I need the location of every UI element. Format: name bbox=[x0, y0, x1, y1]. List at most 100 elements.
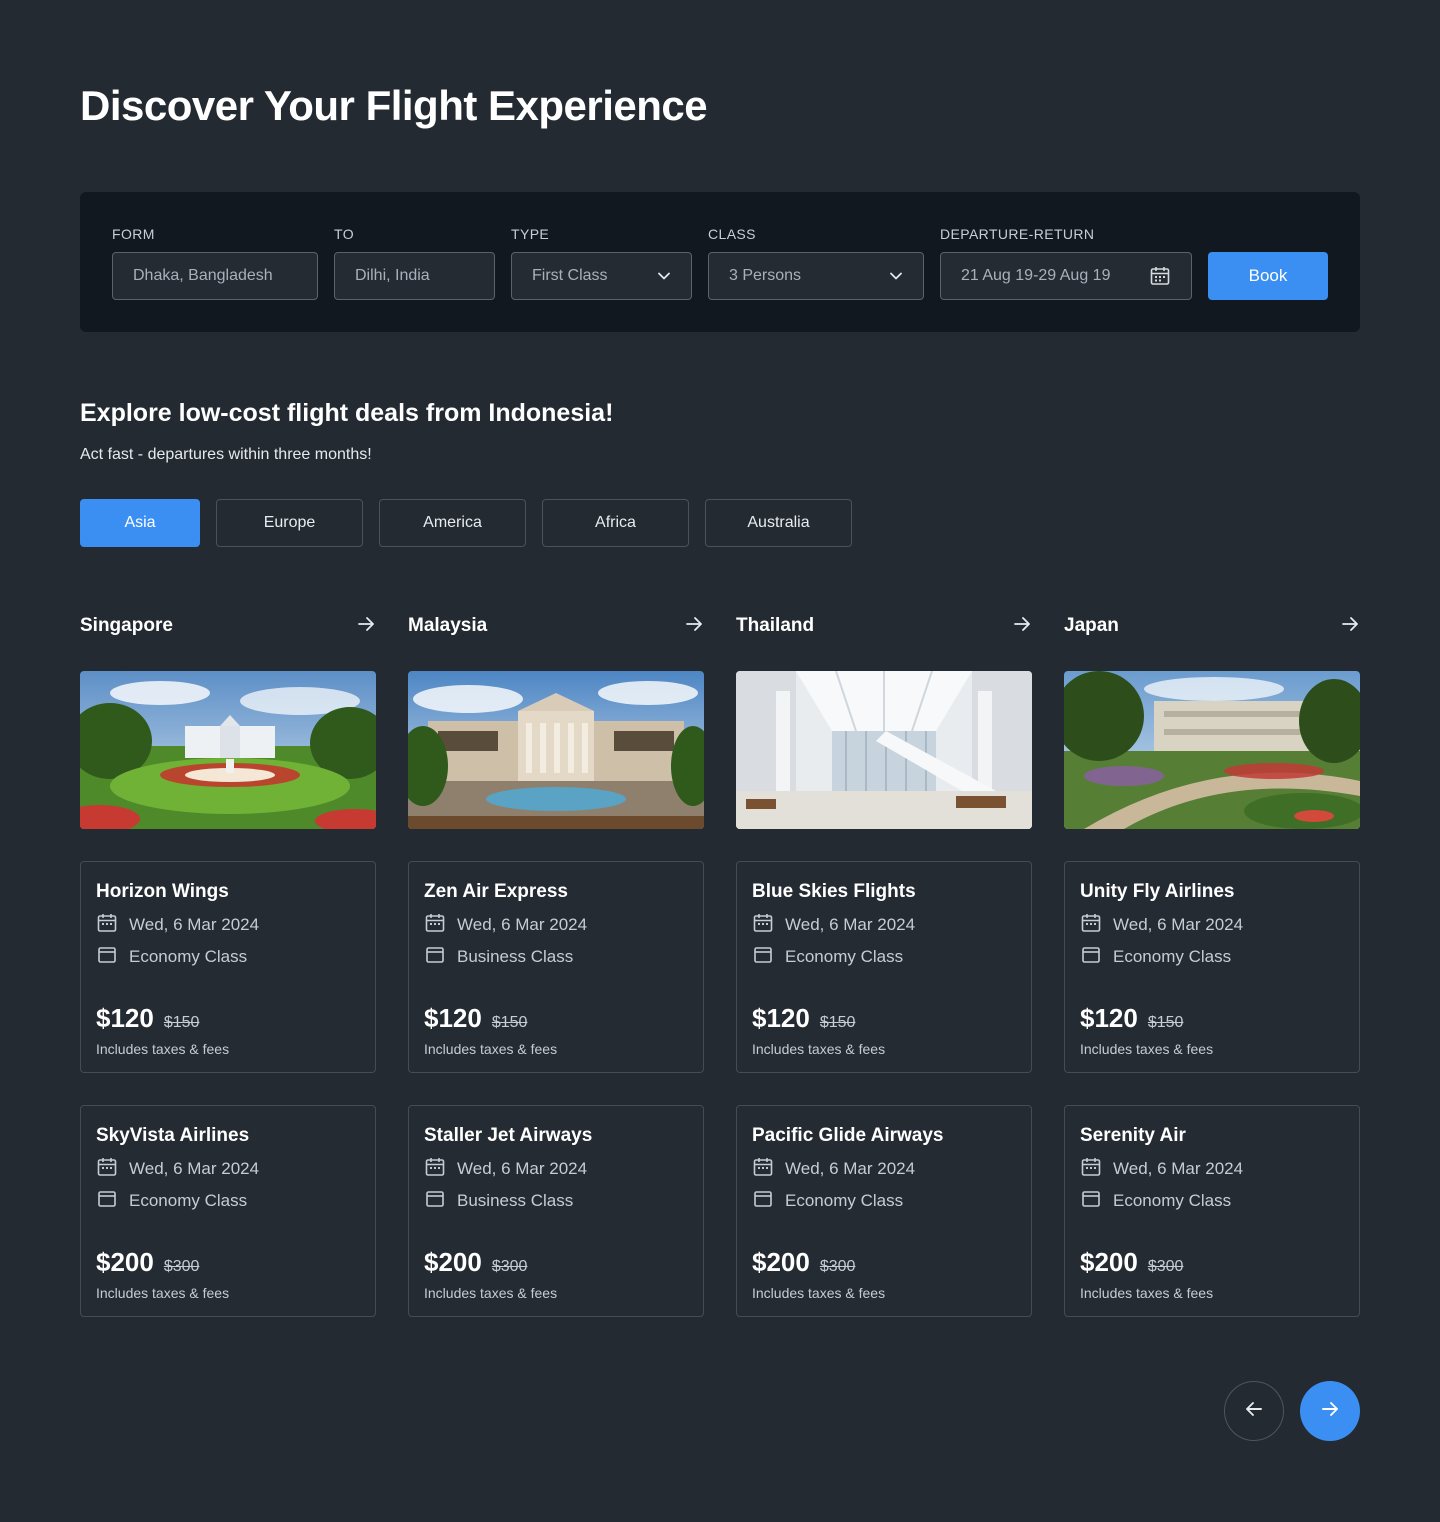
destination-name: Singapore bbox=[80, 615, 173, 636]
current-price: $120 bbox=[752, 1003, 810, 1033]
destination-image bbox=[736, 671, 1032, 829]
seat-class-icon bbox=[1080, 944, 1102, 971]
to-label: TO bbox=[334, 226, 354, 242]
price: $200 $300 bbox=[424, 1247, 688, 1278]
tab-asia[interactable]: Asia bbox=[80, 499, 200, 547]
flight-deal-card[interactable]: Unity Fly Airlines Wed, 6 Mar 2024 Econo… bbox=[1064, 861, 1360, 1073]
calendar-icon bbox=[752, 912, 774, 939]
price: $120 $150 bbox=[1080, 1003, 1344, 1034]
airline-name: Staller Jet Airways bbox=[424, 1125, 593, 1146]
date-text: Wed, 6 Mar 2024 bbox=[785, 915, 916, 934]
arrow-right-icon[interactable] bbox=[684, 614, 704, 639]
departure-date: Wed, 6 Mar 2024 bbox=[1080, 1157, 1344, 1181]
arrow-right-icon[interactable] bbox=[1340, 614, 1360, 639]
to-input[interactable]: Dilhi, India bbox=[334, 252, 495, 300]
type-select[interactable]: First Class bbox=[511, 252, 692, 300]
flight-deal-card[interactable]: Horizon Wings Wed, 6 Mar 2024 Economy Cl… bbox=[80, 861, 376, 1073]
flight-deal-card[interactable]: Serenity Air Wed, 6 Mar 2024 Economy Cla… bbox=[1064, 1105, 1360, 1317]
departure-date: Wed, 6 Mar 2024 bbox=[752, 1157, 1016, 1181]
current-price: $120 bbox=[96, 1003, 154, 1033]
flight-deal-card[interactable]: Pacific Glide Airways Wed, 6 Mar 2024 Ec… bbox=[736, 1105, 1032, 1317]
arrow-right-icon bbox=[1319, 1398, 1341, 1425]
seat-class-icon bbox=[1080, 1188, 1102, 1215]
arrow-right-icon[interactable] bbox=[1012, 614, 1032, 639]
from-field: FORM Dhaka, Bangladesh bbox=[112, 224, 318, 300]
destination-column-thailand: Thailand Blue Skies Flights Wed, 6 Mar 2… bbox=[736, 606, 1032, 1317]
calendar-icon[interactable] bbox=[1149, 265, 1171, 287]
region-tabs: Asia Europe America Africa Australia bbox=[80, 499, 852, 547]
tab-america[interactable]: America bbox=[379, 499, 526, 547]
price: $200 $300 bbox=[96, 1247, 360, 1278]
current-price: $200 bbox=[1080, 1247, 1138, 1277]
tab-europe[interactable]: Europe bbox=[216, 499, 363, 547]
destination-header[interactable]: Thailand bbox=[736, 606, 1032, 646]
airline-name: Pacific Glide Airways bbox=[752, 1125, 944, 1146]
class-text: Economy Class bbox=[129, 1191, 248, 1210]
tab-australia[interactable]: Australia bbox=[705, 499, 852, 547]
from-input[interactable]: Dhaka, Bangladesh bbox=[112, 252, 318, 300]
destination-header[interactable]: Japan bbox=[1064, 606, 1360, 646]
travel-class: Economy Class bbox=[96, 945, 360, 969]
arrow-left-icon bbox=[1243, 1398, 1265, 1425]
current-price: $200 bbox=[752, 1247, 810, 1277]
travel-class: Business Class bbox=[424, 1189, 688, 1213]
dates-input[interactable]: 21 Aug 19-29 Aug 19 bbox=[940, 252, 1192, 300]
destination-column-japan: Japan Unity Fly Airlines Wed, 6 Mar 2024… bbox=[1064, 606, 1360, 1317]
destination-image bbox=[408, 671, 704, 829]
seat-class-icon bbox=[96, 1188, 118, 1215]
seat-class-icon bbox=[424, 1188, 446, 1215]
flight-deal-card[interactable]: Zen Air Express Wed, 6 Mar 2024 Business… bbox=[408, 861, 704, 1073]
destination-image bbox=[80, 671, 376, 829]
current-price: $120 bbox=[424, 1003, 482, 1033]
current-price: $200 bbox=[96, 1247, 154, 1277]
date-text: Wed, 6 Mar 2024 bbox=[457, 1159, 588, 1178]
original-price: $300 bbox=[1147, 1258, 1184, 1275]
destination-header[interactable]: Malaysia bbox=[408, 606, 704, 646]
departure-date: Wed, 6 Mar 2024 bbox=[424, 1157, 688, 1181]
original-price: $150 bbox=[491, 1014, 528, 1031]
dates-label: DEPARTURE-RETURN bbox=[940, 226, 1095, 242]
chevron-down-icon bbox=[657, 269, 671, 283]
flight-search-panel: FORM Dhaka, Bangladesh TO Dilhi, India T… bbox=[80, 192, 1360, 332]
deals-subtitle: Act fast - departures within three month… bbox=[80, 446, 372, 463]
seat-class-icon bbox=[424, 944, 446, 971]
previous-page-button[interactable] bbox=[1224, 1381, 1284, 1441]
seat-class-icon bbox=[752, 1188, 774, 1215]
deals-title: Explore low-cost flight deals from Indon… bbox=[80, 399, 614, 427]
calendar-icon bbox=[424, 912, 446, 939]
from-value: Dhaka, Bangladesh bbox=[133, 267, 273, 284]
original-price: $300 bbox=[491, 1258, 528, 1275]
class-select[interactable]: 3 Persons bbox=[708, 252, 924, 300]
departure-date: Wed, 6 Mar 2024 bbox=[96, 1157, 360, 1181]
price-note: Includes taxes & fees bbox=[1080, 1285, 1214, 1301]
class-label: CLASS bbox=[708, 226, 756, 242]
seat-class-icon bbox=[752, 944, 774, 971]
destination-column-malaysia: Malaysia Zen Air Express Wed, 6 Mar 2024… bbox=[408, 606, 704, 1317]
next-page-button[interactable] bbox=[1300, 1381, 1360, 1441]
book-button[interactable]: Book bbox=[1208, 252, 1328, 300]
price: $120 $150 bbox=[752, 1003, 1016, 1034]
flight-deal-card[interactable]: SkyVista Airlines Wed, 6 Mar 2024 Econom… bbox=[80, 1105, 376, 1317]
flight-deal-card[interactable]: Staller Jet Airways Wed, 6 Mar 2024 Busi… bbox=[408, 1105, 704, 1317]
class-field: CLASS 3 Persons bbox=[708, 224, 924, 300]
destination-name: Japan bbox=[1064, 615, 1119, 636]
current-price: $120 bbox=[1080, 1003, 1138, 1033]
departure-date: Wed, 6 Mar 2024 bbox=[752, 913, 1016, 937]
destination-header[interactable]: Singapore bbox=[80, 606, 376, 646]
price-note: Includes taxes & fees bbox=[752, 1041, 886, 1057]
travel-class: Economy Class bbox=[96, 1189, 360, 1213]
flight-deal-card[interactable]: Blue Skies Flights Wed, 6 Mar 2024 Econo… bbox=[736, 861, 1032, 1073]
original-price: $150 bbox=[1147, 1014, 1184, 1031]
price: $200 $300 bbox=[1080, 1247, 1344, 1278]
original-price: $150 bbox=[819, 1014, 856, 1031]
to-field: TO Dilhi, India bbox=[334, 224, 495, 300]
class-text: Economy Class bbox=[785, 1191, 904, 1210]
price: $120 $150 bbox=[96, 1003, 360, 1034]
date-text: Wed, 6 Mar 2024 bbox=[1113, 915, 1244, 934]
arrow-right-icon[interactable] bbox=[356, 614, 376, 639]
tab-africa[interactable]: Africa bbox=[542, 499, 689, 547]
departure-date: Wed, 6 Mar 2024 bbox=[96, 913, 360, 937]
seat-class-icon bbox=[96, 944, 118, 971]
travel-class: Economy Class bbox=[752, 1189, 1016, 1213]
destination-image bbox=[1064, 671, 1360, 829]
